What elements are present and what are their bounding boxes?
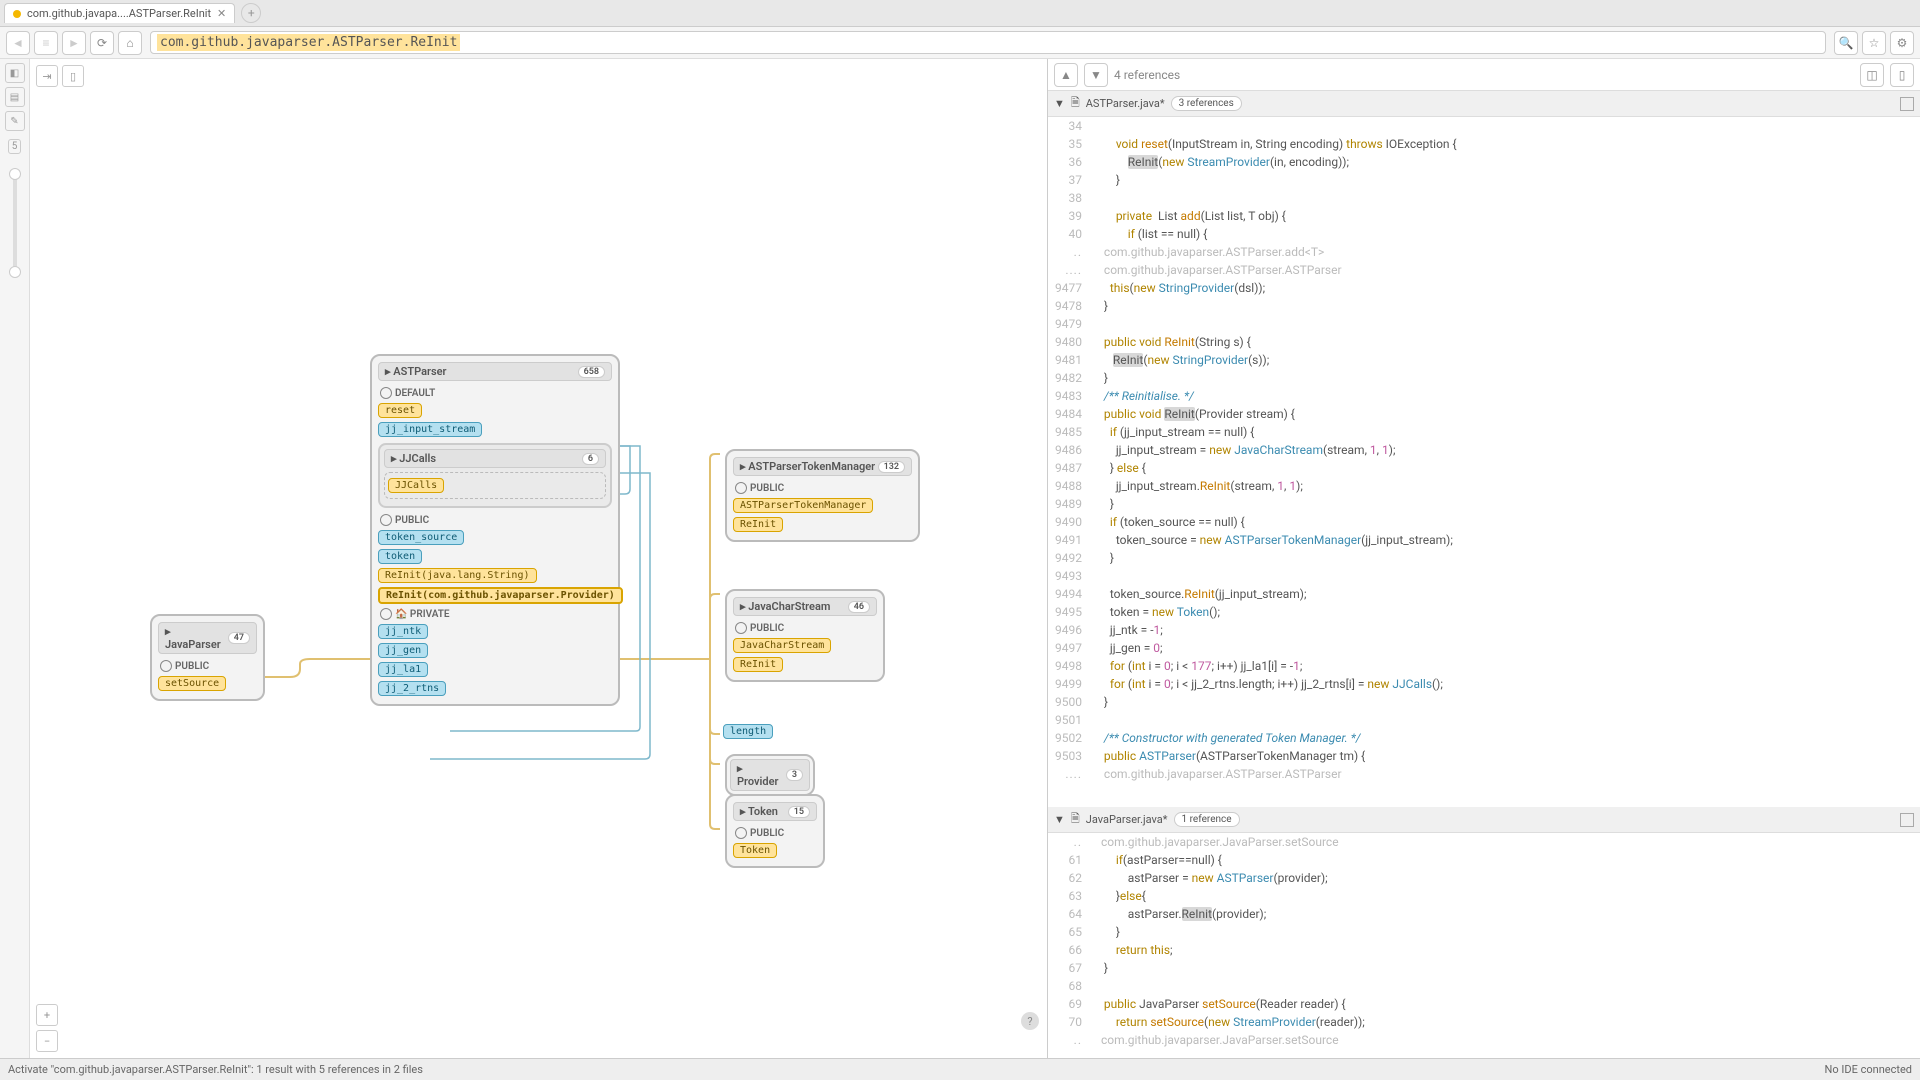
node-asttokenmgr[interactable]: ▸ ASTParserTokenManager132 PUBLIC ASTPar… xyxy=(725,449,920,542)
file-ref-count: 1 reference xyxy=(1174,812,1240,827)
ref-nav-down[interactable]: ▼ xyxy=(1084,63,1108,87)
graph-doc-icon[interactable]: ▯ xyxy=(62,65,84,87)
url-text: com.github.javaparser.ASTParser.ReInit xyxy=(157,34,460,51)
collapse-icon[interactable]: ▼ xyxy=(1054,813,1065,826)
chip-setsource[interactable]: setSource xyxy=(158,676,226,691)
back-button[interactable]: ◄ xyxy=(6,31,30,55)
rail-tool-2[interactable]: ▤ xyxy=(5,87,25,107)
reload-button[interactable]: ⟳ xyxy=(90,31,114,55)
ref-nav-up[interactable]: ▲ xyxy=(1054,63,1078,87)
chip-token-ctor[interactable]: Token xyxy=(733,843,777,858)
code-view-2[interactable]: .. com.github.javaparser.JavaParser.setS… xyxy=(1048,833,1920,1058)
slider-thumb-bottom[interactable] xyxy=(9,266,21,278)
node-astparser[interactable]: ▸ ASTParser 658 DEFAULT reset jj_input_s… xyxy=(370,354,620,706)
chip-javacharstream[interactable]: JavaCharStream xyxy=(733,638,831,653)
tab-title: com.github.javapa....ASTParser.ReInit xyxy=(27,7,211,20)
chip-jj-input-stream[interactable]: jj_input_stream xyxy=(378,422,482,437)
settings-button[interactable]: ⚙ xyxy=(1890,31,1914,55)
node-title: ▸ JavaParser 47 xyxy=(158,622,257,654)
chip-jj-ntk[interactable]: jj_ntk xyxy=(378,624,428,639)
subnode-jjcalls[interactable]: ▸ JJCalls6 JJCalls xyxy=(378,443,612,508)
slider-thumb-top[interactable] xyxy=(9,168,21,180)
tab-bar: com.github.javapa....ASTParser.ReInit ✕ … xyxy=(0,0,1920,27)
file-icon: 🗎 xyxy=(1071,94,1080,113)
zoom-slider[interactable] xyxy=(13,168,17,278)
file-ref-count: 3 references xyxy=(1171,96,1242,111)
vis-private: 🏠 PRIVATE xyxy=(378,606,612,622)
file-name: JavaParser.java* xyxy=(1086,813,1168,826)
tab-close-icon[interactable]: ✕ xyxy=(217,7,226,20)
chip-jjcalls[interactable]: JJCalls xyxy=(388,478,444,493)
star-button[interactable]: ☆ xyxy=(1862,31,1886,55)
help-button[interactable]: ? xyxy=(1021,1012,1039,1030)
zoom-out-button[interactable]: − xyxy=(36,1030,58,1052)
url-bar[interactable]: com.github.javaparser.ASTParser.ReInit xyxy=(150,31,1826,54)
node-title: ▸ ASTParser 658 xyxy=(378,362,612,381)
tab-favicon xyxy=(13,10,21,18)
file-header-2[interactable]: ▼ 🗎 JavaParser.java* 1 reference xyxy=(1048,807,1920,833)
status-bar: Activate "com.github.javaparser.ASTParse… xyxy=(0,1058,1920,1080)
code-view-1[interactable]: 3435 void reset(InputStream in, String e… xyxy=(1048,117,1920,807)
graph-expand-right-icon[interactable]: ⇥ xyxy=(36,65,58,87)
chip-token[interactable]: token xyxy=(378,549,422,564)
references-header: ▲ ▼ 4 references ◫ ▯ xyxy=(1048,59,1920,91)
main: ◧ ▤ ✎ 5 ⇥ ▯ + − xyxy=(0,59,1920,1058)
collapse-icon[interactable]: ▼ xyxy=(1054,97,1065,110)
browser-tab[interactable]: com.github.javapa....ASTParser.ReInit ✕ xyxy=(4,3,235,23)
home-button[interactable]: ⌂ xyxy=(118,31,142,55)
maximize-icon[interactable] xyxy=(1900,813,1914,827)
rail-tool-1[interactable]: ◧ xyxy=(5,63,25,83)
chip-reinit-tm[interactable]: ReInit xyxy=(733,517,783,532)
rail-tool-3[interactable]: ✎ xyxy=(5,111,25,131)
ide-status: No IDE connected xyxy=(1825,1063,1912,1076)
chip-reinit-jcs[interactable]: ReInit xyxy=(733,657,783,672)
zoom-controls: + − xyxy=(36,1004,58,1052)
node-javaparser[interactable]: ▸ JavaParser 47 PUBLIC setSource xyxy=(150,614,265,701)
file-header-1[interactable]: ▼ 🗎 ASTParser.java* 3 references xyxy=(1048,91,1920,117)
graph-toolbar: ⇥ ▯ xyxy=(36,65,84,87)
vis-public: PUBLIC xyxy=(378,512,612,528)
vis-public: PUBLIC xyxy=(158,658,257,674)
search-button[interactable]: 🔍 xyxy=(1834,31,1858,55)
file-name: ASTParser.java* xyxy=(1086,97,1165,110)
references-count: 4 references xyxy=(1114,68,1180,82)
ref-layout-1[interactable]: ◫ xyxy=(1860,63,1884,87)
history-button[interactable]: ≡ xyxy=(34,31,58,55)
node-token[interactable]: ▸ Token15 PUBLIC Token xyxy=(725,794,825,868)
chip-reset[interactable]: reset xyxy=(378,403,422,418)
status-text: Activate "com.github.javaparser.ASTParse… xyxy=(8,1063,423,1076)
maximize-icon[interactable] xyxy=(1900,97,1914,111)
graph-canvas[interactable]: ⇥ ▯ + − ▸ JavaParser 47 PUBLIC se xyxy=(30,59,1047,1058)
chip-reinit-string[interactable]: ReInit(java.lang.String) xyxy=(378,568,537,583)
node-javacharstream[interactable]: ▸ JavaCharStream46 PUBLIC JavaCharStream… xyxy=(725,589,885,682)
zoom-in-button[interactable]: + xyxy=(36,1004,58,1026)
file-icon: 🗎 xyxy=(1071,810,1080,829)
nav-bar: ◄ ≡ ► ⟳ ⌂ com.github.javaparser.ASTParse… xyxy=(0,27,1920,59)
chip-token-source[interactable]: token_source xyxy=(378,530,464,545)
chip-asttokenmgr[interactable]: ASTParserTokenManager xyxy=(733,498,873,513)
left-rail: ◧ ▤ ✎ 5 xyxy=(0,59,30,1058)
vis-default: DEFAULT xyxy=(378,385,612,401)
chip-jj-gen[interactable]: jj_gen xyxy=(378,643,428,658)
node-provider[interactable]: ▸ Provider3 xyxy=(725,754,815,796)
chip-length[interactable]: length xyxy=(723,724,773,739)
references-panel: ▲ ▼ 4 references ◫ ▯ ▼ 🗎 ASTParser.java*… xyxy=(1047,59,1920,1058)
chip-jj-la1[interactable]: jj_la1 xyxy=(378,662,428,677)
forward-button[interactable]: ► xyxy=(62,31,86,55)
ref-layout-2[interactable]: ▯ xyxy=(1890,63,1914,87)
new-tab-button[interactable]: + xyxy=(241,3,261,23)
chip-jj-2-rtns[interactable]: jj_2_rtns xyxy=(378,681,446,696)
chip-reinit-provider[interactable]: ReInit(com.github.javaparser.Provider) xyxy=(378,587,623,604)
rail-count: 5 xyxy=(8,139,22,154)
